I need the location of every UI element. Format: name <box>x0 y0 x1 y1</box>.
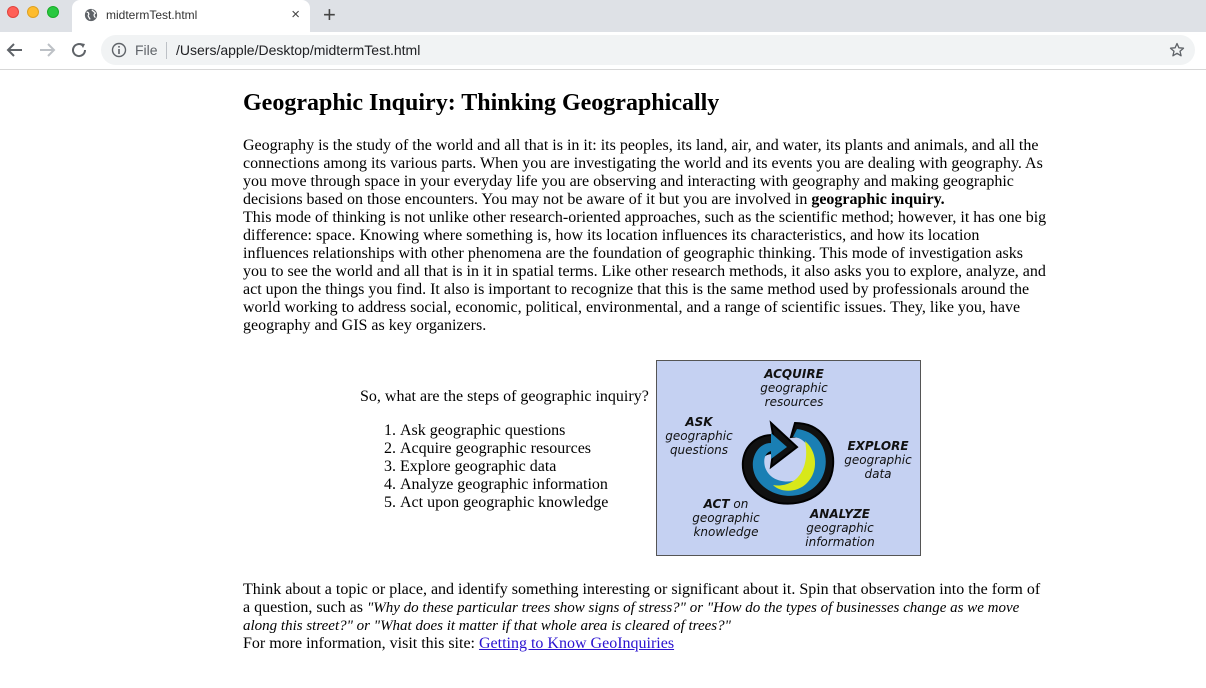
page-title: Geographic Inquiry: Thinking Geographica… <box>243 90 720 116</box>
example-question-3: "What does it matter if that whole area … <box>373 618 731 634</box>
back-arrow-icon[interactable] <box>6 41 24 59</box>
explore-head: EXPLORE <box>847 439 909 453</box>
or-text: or <box>352 618 374 634</box>
analyze-head: ANALYZE <box>810 507 870 521</box>
minimize-window-button[interactable] <box>27 6 39 18</box>
example-question-1: "Why do these particular trees show sign… <box>366 600 686 616</box>
globe-icon <box>84 8 98 22</box>
explore-sub: geographic data <box>844 453 912 481</box>
intro-paragraph: Geography is the study of the world and … <box>243 137 1048 335</box>
intro-bold-text: geographic inquiry. <box>811 191 945 208</box>
tab-active[interactable]: midtermTest.html × <box>72 0 310 32</box>
list-item: Acquire geographic resources <box>400 440 608 458</box>
tab-title: midtermTest.html <box>106 8 198 22</box>
zoom-window-button[interactable] <box>47 6 59 18</box>
toolbar: File /Users/apple/Desktop/midtermTest.ht… <box>0 32 1206 70</box>
steps-list: Ask geographic questions Acquire geograp… <box>360 422 608 512</box>
inquiry-cycle-diagram: ACQUIRE geographic resources ASK geograp… <box>656 360 921 556</box>
cycle-arrow-icon <box>741 420 835 505</box>
explore-label: EXPLORE geographic data <box>837 439 919 481</box>
acquire-head: ACQUIRE <box>764 367 824 381</box>
new-tab-button[interactable]: + <box>323 3 336 27</box>
tab-bar: midtermTest.html × + <box>0 0 1206 32</box>
or-text: or <box>685 600 707 616</box>
acquire-sub: geographic resources <box>760 381 828 409</box>
reload-icon[interactable] <box>70 41 88 59</box>
act-head: ACT <box>703 497 730 511</box>
close-window-button[interactable] <box>7 6 19 18</box>
acquire-label: ACQUIRE geographic resources <box>749 367 839 409</box>
analyze-label: ANALYZE geographic information <box>795 507 885 549</box>
close-tab-icon[interactable]: × <box>291 7 300 23</box>
analyze-sub: geographic information <box>805 521 875 549</box>
ask-head: ASK <box>685 415 713 429</box>
ask-label: ASK geographic questions <box>659 415 739 457</box>
address-bar[interactable]: File /Users/apple/Desktop/midtermTest.ht… <box>101 35 1195 65</box>
act-label: ACT on geographic knowledge <box>683 497 769 539</box>
list-item: Explore geographic data <box>400 458 608 476</box>
info-icon[interactable] <box>111 42 127 58</box>
geoinquiries-link[interactable]: Getting to Know GeoInquiries <box>479 635 674 652</box>
act-sub: geographic knowledge <box>692 511 760 539</box>
bookmark-star-icon[interactable] <box>1169 42 1185 58</box>
list-item: Analyze geographic information <box>400 476 608 494</box>
omnibox-divider <box>166 42 167 59</box>
closing-paragraph: Think about a topic or place, and identi… <box>243 581 1048 653</box>
more-info-text: For more information, visit this site: <box>243 635 479 652</box>
second-paragraph-text: This mode of thinking is not unlike othe… <box>243 209 1047 334</box>
steps-intro: So, what are the steps of geographic inq… <box>360 388 649 405</box>
url-text[interactable]: /Users/apple/Desktop/midtermTest.html <box>176 42 420 58</box>
url-scheme-label: File <box>135 42 158 58</box>
list-item: Act upon geographic knowledge <box>400 494 608 512</box>
act-on: on <box>733 497 749 511</box>
list-item: Ask geographic questions <box>400 422 608 440</box>
forward-arrow-icon[interactable] <box>38 41 56 59</box>
ask-sub: geographic questions <box>665 429 733 457</box>
